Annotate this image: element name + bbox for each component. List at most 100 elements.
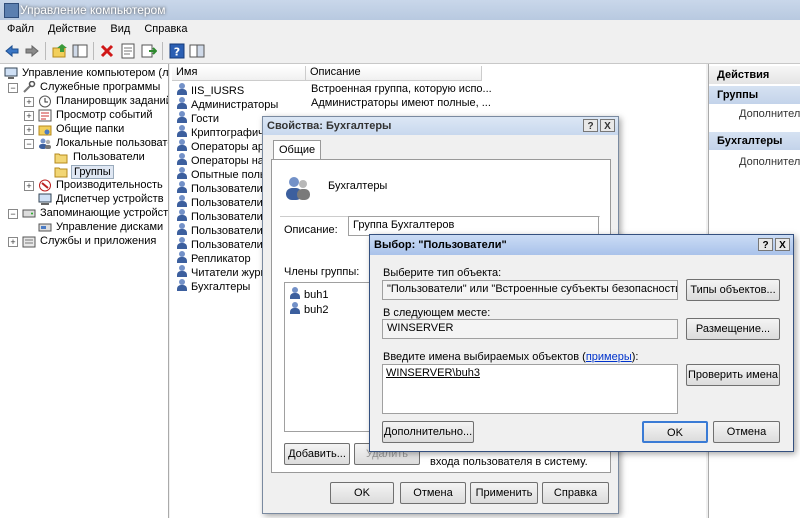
group-icon <box>176 97 189 110</box>
list-item[interactable]: Операторы арх <box>176 139 269 153</box>
select-help-button[interactable]: ? <box>758 238 773 251</box>
disk-icon <box>38 223 52 232</box>
list-item[interactable]: Пользователи ж <box>176 209 273 223</box>
back-icon[interactable] <box>4 43 20 59</box>
forward-icon[interactable] <box>24 43 40 59</box>
group-icon <box>176 209 189 222</box>
group-icon <box>176 279 189 292</box>
menu-file[interactable]: Файл <box>0 20 41 35</box>
actions-more-groups[interactable]: Дополнительн <box>739 108 800 120</box>
actions-section-groups[interactable]: Группы <box>709 86 800 104</box>
window-title: Управление компьютером <box>20 3 166 17</box>
group-icon <box>176 265 189 278</box>
column-header-name[interactable]: Имя <box>172 66 306 81</box>
group-name: Бухгалтеры <box>328 180 388 192</box>
properties-title: Свойства: Бухгалтеры <box>267 120 392 132</box>
location-label: В следующем месте: <box>383 307 491 319</box>
view-icon[interactable] <box>189 43 205 59</box>
tree-item-task-scheduler[interactable]: + Планировщик заданий <box>24 95 168 109</box>
tree-item-groups[interactable]: Группы <box>54 165 114 179</box>
object-type-field: "Пользователи" или "Встроенные субъекты … <box>382 280 678 300</box>
properties-icon[interactable] <box>120 43 136 59</box>
services-icon <box>22 236 36 248</box>
tree-item-services[interactable]: + Службы и приложения <box>8 235 168 249</box>
list-item[interactable]: Читатели журн <box>176 265 267 279</box>
tree-item-performance[interactable]: + Производительность <box>24 179 168 193</box>
export-icon[interactable] <box>141 43 157 59</box>
list-item[interactable]: Операторы нас <box>176 153 269 167</box>
column-header-description[interactable]: Описание <box>306 66 482 81</box>
menu-view[interactable]: Вид <box>103 20 137 35</box>
advanced-button[interactable]: Дополнительно... <box>382 421 474 443</box>
svg-text:?: ? <box>174 46 180 59</box>
tree-item-shared-folders[interactable]: + Общие папки <box>24 123 168 137</box>
list-item[interactable]: Бухгалтеры <box>176 279 250 293</box>
help-button[interactable]: Справка <box>542 482 609 504</box>
list-item[interactable]: Пользователи с <box>176 223 271 237</box>
description-label: Описание: <box>284 224 338 236</box>
location-field: WINSERVER <box>382 319 678 339</box>
add-member-button[interactable]: Добавить... <box>284 443 350 465</box>
object-names-input[interactable]: WINSERVER\buh3 <box>382 364 678 414</box>
check-names-button[interactable]: Проверить имена <box>686 364 780 386</box>
examples-link[interactable]: примеры <box>586 351 632 363</box>
tab-general[interactable]: Общие <box>273 140 322 160</box>
select-ok-button[interactable]: OK <box>642 421 708 443</box>
list-item[interactable]: Репликатор <box>176 251 251 265</box>
names-label: Введите имена выбираемых объектов (приме… <box>383 351 639 363</box>
tree-item-users[interactable]: Пользователи <box>54 151 168 165</box>
menu-help[interactable]: Справка <box>137 20 194 35</box>
group-icon <box>176 111 189 124</box>
tree-item-device-manager[interactable]: Диспетчер устройств <box>38 193 168 207</box>
select-cancel-button[interactable]: Отмена <box>713 421 780 443</box>
tree-item-local-users[interactable]: − Локальные пользовател <box>24 137 168 151</box>
select-title: Выбор: "Пользователи" <box>374 239 507 251</box>
console-tree: Управление компьютером (лока − Служебные… <box>0 64 169 518</box>
list-item[interactable]: Гости <box>176 111 219 125</box>
actions-more-accountants[interactable]: Дополнительн <box>739 156 800 168</box>
select-close-button[interactable]: X <box>775 238 790 251</box>
list-item[interactable]: Криптографиче <box>176 125 270 139</box>
properties-close-button[interactable]: X <box>600 119 615 132</box>
storage-icon <box>22 209 36 218</box>
list-item[interactable]: Пользователи <box>176 181 263 195</box>
tree-item-disk-management[interactable]: Управление дисками <box>38 221 168 235</box>
list-item[interactable]: Пользователи у <box>176 237 271 251</box>
description-field[interactable]: Группа Бухгалтеров <box>348 216 599 236</box>
clock-icon <box>39 95 51 108</box>
actions-section-accountants[interactable]: Бухгалтеры <box>709 132 800 150</box>
computer-management-icon <box>4 67 18 79</box>
delete-icon[interactable] <box>99 43 115 59</box>
show-tree-icon[interactable] <box>72 43 88 59</box>
group-icon <box>176 251 189 264</box>
group-icon <box>176 139 189 152</box>
up-icon[interactable] <box>52 43 68 59</box>
list-item[interactable]: Пользователи Д <box>176 195 273 209</box>
group-icon <box>176 223 189 236</box>
ok-button[interactable]: OK <box>330 482 394 504</box>
users-icon <box>39 138 51 149</box>
select-titlebar: Выбор: "Пользователи" ? X <box>370 235 793 255</box>
object-types-button[interactable]: Типы объектов... <box>686 279 780 301</box>
event-viewer-icon <box>38 109 52 122</box>
properties-titlebar: Свойства: Бухгалтеры ? X <box>263 117 618 135</box>
folder-icon <box>54 153 68 164</box>
tree-item-root[interactable]: Управление компьютером (лока <box>4 67 168 81</box>
tree-item-storage[interactable]: − Запоминающие устройства <box>8 207 168 221</box>
shared-folder-icon <box>38 125 52 136</box>
list-item[interactable]: IIS_IUSRS Встроенная группа, которую испо… <box>176 83 696 97</box>
locations-button[interactable]: Размещение... <box>686 318 780 340</box>
user-icon <box>289 287 302 300</box>
properties-help-button[interactable]: ? <box>583 119 598 132</box>
help-icon[interactable]: ? <box>169 43 185 59</box>
cancel-button[interactable]: Отмена <box>400 482 466 504</box>
window-titlebar: Управление компьютером <box>0 0 800 20</box>
list-item[interactable]: Администраторы Администраторы имеют полны… <box>176 97 696 111</box>
list-item[interactable]: Опытные польз <box>176 167 271 181</box>
apply-button[interactable]: Применить <box>470 482 538 504</box>
tree-item-system-tools[interactable]: − Служебные программы <box>8 81 168 95</box>
menu-action[interactable]: Действие <box>41 20 103 35</box>
group-icon <box>176 195 189 208</box>
group-icon <box>176 237 189 250</box>
tree-item-event-viewer[interactable]: + Просмотр событий <box>24 109 168 123</box>
